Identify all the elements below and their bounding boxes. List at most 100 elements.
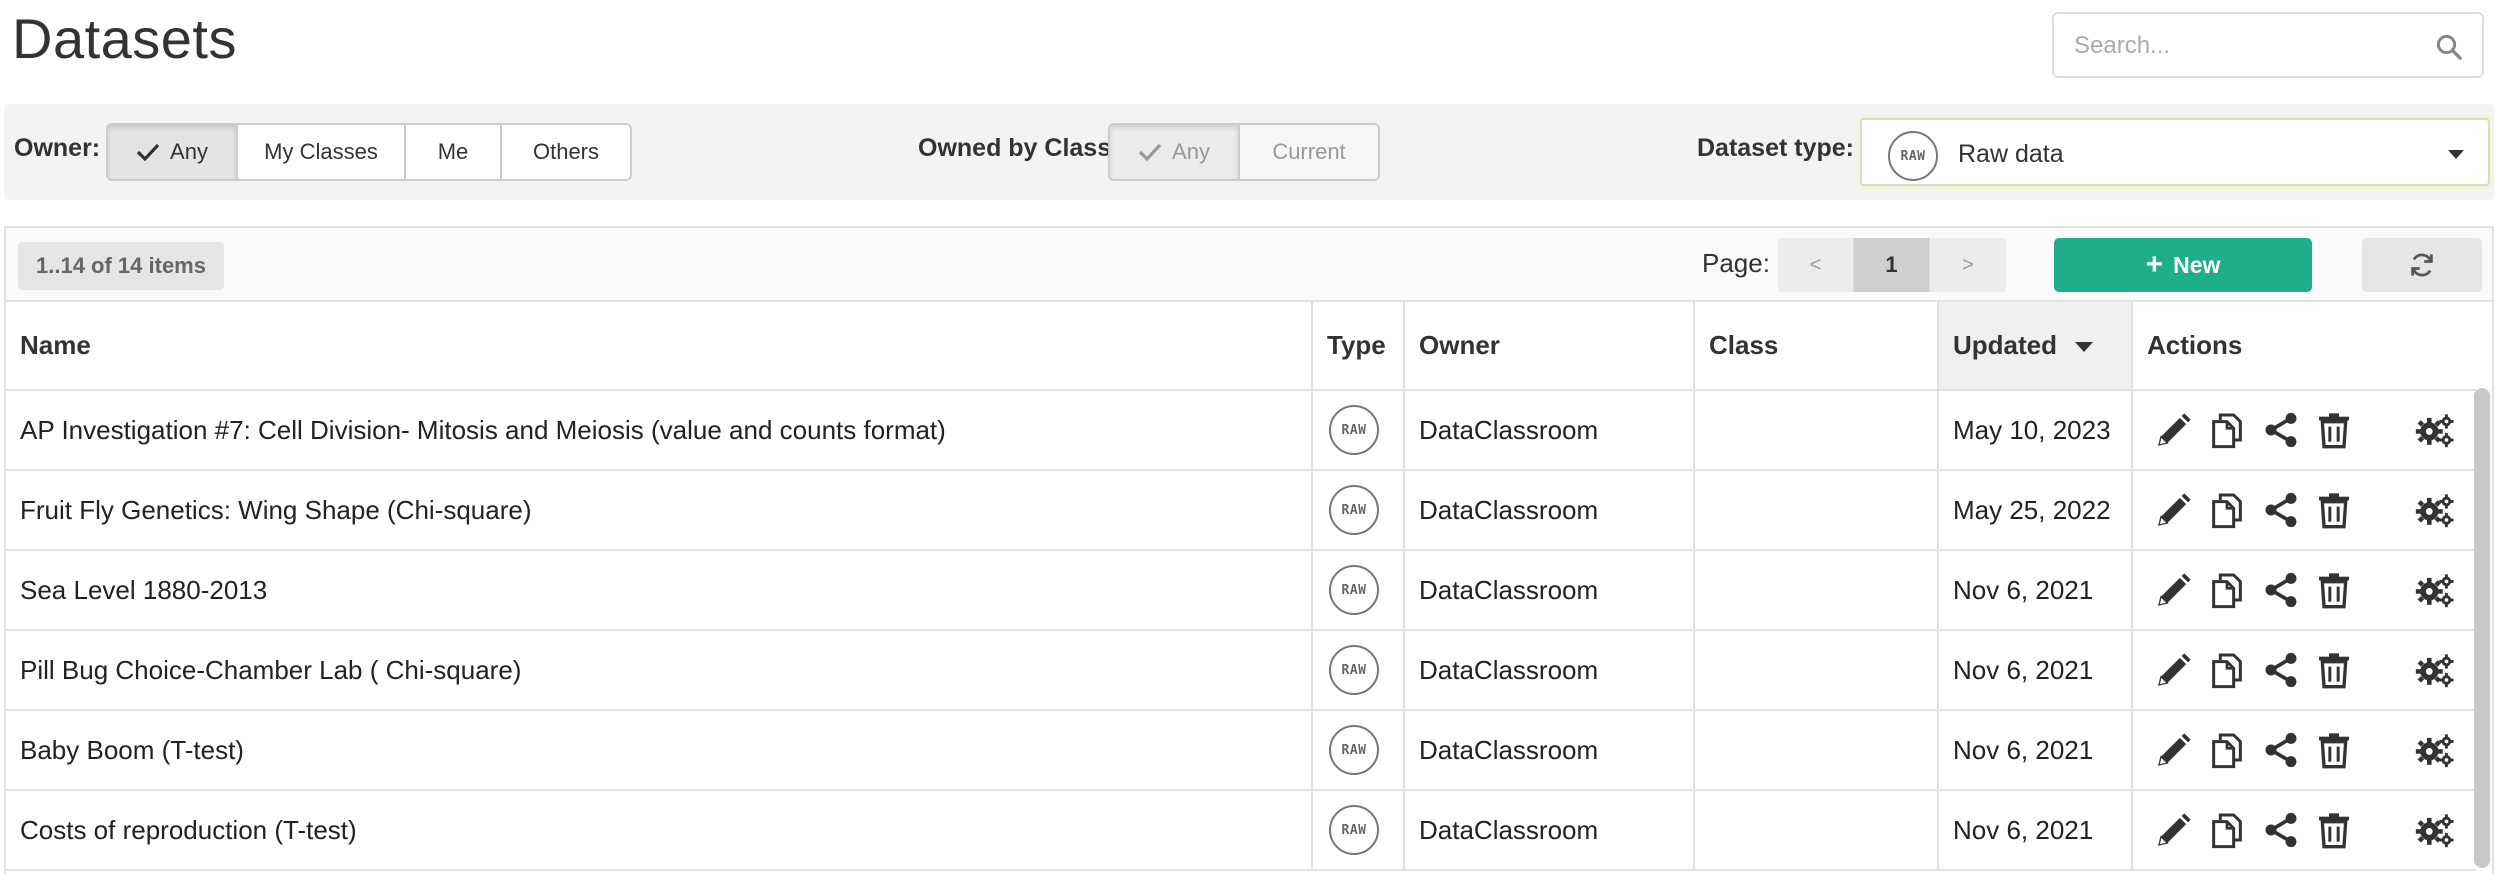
dataset-name[interactable]: AP Investigation #7: Cell Division- Mito…	[6, 390, 1313, 471]
trash-icon[interactable]	[2307, 806, 2360, 854]
owner-my-classes-button[interactable]: My Classes	[238, 125, 406, 179]
chevron-down-icon	[2448, 150, 2464, 159]
share-icon[interactable]	[2254, 486, 2307, 534]
dataset-type-cell: RAW	[1312, 630, 1405, 711]
trash-icon[interactable]	[2307, 726, 2360, 774]
table-row[interactable]: Baby Boom (T-test) RAW DataClassroom Nov…	[6, 710, 2476, 791]
pencil-icon[interactable]	[2147, 406, 2200, 454]
check-icon	[136, 143, 160, 162]
class-any-label: Any	[1172, 139, 1210, 164]
gears-icon[interactable]	[2409, 726, 2462, 774]
raw-data-icon: RAW	[1329, 805, 1379, 855]
dataset-class	[1694, 630, 1939, 711]
copy-icon[interactable]	[2200, 566, 2253, 614]
row-actions	[2147, 646, 2462, 694]
row-actions	[2147, 806, 2462, 854]
column-header-updated-label: Updated	[1953, 330, 2057, 360]
share-icon[interactable]	[2254, 406, 2307, 454]
raw-data-icon: RAW	[1329, 485, 1379, 535]
dataset-actions	[2132, 630, 2476, 711]
copy-icon[interactable]	[2200, 726, 2253, 774]
search-input[interactable]	[2074, 26, 2414, 66]
table-row[interactable]: Fruit Fly Genetics: Wing Shape (Chi-squa…	[6, 470, 2476, 551]
gears-icon[interactable]	[2409, 486, 2462, 534]
owner-others-button[interactable]: Others	[502, 125, 630, 179]
gears-icon[interactable]	[2409, 406, 2462, 454]
pencil-icon[interactable]	[2147, 646, 2200, 694]
share-icon[interactable]	[2254, 646, 2307, 694]
datasets-panel: 1..14 of 14 items Page: < 1 > + New Name	[4, 226, 2494, 874]
check-icon	[1138, 143, 1162, 162]
trash-icon[interactable]	[2307, 646, 2360, 694]
row-actions	[2147, 406, 2462, 454]
class-current-label: Current	[1272, 139, 1346, 164]
plus-icon: +	[2145, 248, 2164, 281]
owner-filter-group: Any My Classes Me Others	[106, 123, 632, 181]
class-filter-group: Any Current	[1108, 123, 1380, 181]
dataset-owner: DataClassroom	[1404, 790, 1695, 871]
dataset-name[interactable]: Fruit Fly Genetics: Wing Shape (Chi-squa…	[6, 470, 1313, 551]
current-page-button[interactable]: 1	[1854, 238, 1930, 292]
dataset-updated: May 25, 2022	[1938, 470, 2133, 551]
pencil-icon[interactable]	[2147, 566, 2200, 614]
copy-icon[interactable]	[2200, 646, 2253, 694]
gears-icon[interactable]	[2409, 646, 2462, 694]
table-row[interactable]: Pill Bug Choice-Chamber Lab ( Chi-square…	[6, 630, 2476, 711]
row-actions	[2147, 726, 2462, 774]
pencil-icon[interactable]	[2147, 806, 2200, 854]
row-actions	[2147, 486, 2462, 534]
class-any-button[interactable]: Any	[1110, 125, 1240, 179]
table-toolbar: 1..14 of 14 items Page: < 1 > + New	[6, 228, 2492, 302]
refresh-button[interactable]	[2362, 238, 2482, 292]
class-current-button[interactable]: Current	[1240, 125, 1378, 179]
dataset-type-select[interactable]: RAW Raw data	[1860, 118, 2490, 186]
dataset-name[interactable]: Sea Level 1880-2013	[6, 550, 1313, 631]
dataset-actions	[2132, 390, 2476, 471]
dataset-name[interactable]: Baby Boom (T-test)	[6, 710, 1313, 791]
dataset-type-cell: RAW	[1312, 390, 1405, 471]
gears-icon[interactable]	[2409, 566, 2462, 614]
vertical-scrollbar[interactable]	[2474, 388, 2490, 868]
search-icon[interactable]	[2434, 32, 2464, 62]
share-icon[interactable]	[2254, 726, 2307, 774]
column-header-class[interactable]: Class	[1694, 302, 1939, 391]
next-page-button[interactable]: >	[1930, 238, 2006, 292]
column-header-type[interactable]: Type	[1312, 302, 1405, 391]
dataset-updated: Nov 6, 2021	[1938, 790, 2133, 871]
column-header-updated[interactable]: Updated	[1938, 302, 2133, 391]
column-header-owner[interactable]: Owner	[1404, 302, 1695, 391]
datasets-table: Name Type Owner Class Updated Actions AP…	[6, 302, 2476, 871]
dataset-owner: DataClassroom	[1404, 550, 1695, 631]
new-button-label: New	[2173, 251, 2221, 278]
row-actions	[2147, 566, 2462, 614]
new-dataset-button[interactable]: + New	[2054, 238, 2312, 292]
dataset-updated: Nov 6, 2021	[1938, 710, 2133, 791]
share-icon[interactable]	[2254, 806, 2307, 854]
gears-icon[interactable]	[2409, 806, 2462, 854]
trash-icon[interactable]	[2307, 486, 2360, 534]
prev-page-button[interactable]: <	[1778, 238, 1854, 292]
copy-icon[interactable]	[2200, 406, 2253, 454]
owner-any-button[interactable]: Any	[108, 125, 238, 179]
owner-me-button[interactable]: Me	[406, 125, 502, 179]
dataset-name[interactable]: Costs of reproduction (T-test)	[6, 790, 1313, 871]
table-row[interactable]: Sea Level 1880-2013 RAW DataClassroom No…	[6, 550, 2476, 631]
dataset-owner: DataClassroom	[1404, 710, 1695, 791]
dataset-class	[1694, 710, 1939, 791]
trash-icon[interactable]	[2307, 406, 2360, 454]
copy-icon[interactable]	[2200, 806, 2253, 854]
dataset-updated: Nov 6, 2021	[1938, 630, 2133, 711]
sort-desc-icon	[2075, 342, 2093, 353]
copy-icon[interactable]	[2200, 486, 2253, 534]
table-row[interactable]: Costs of reproduction (T-test) RAW DataC…	[6, 790, 2476, 871]
table-header-row: Name Type Owner Class Updated Actions	[6, 302, 2476, 391]
share-icon[interactable]	[2254, 566, 2307, 614]
dataset-name[interactable]: Pill Bug Choice-Chamber Lab ( Chi-square…	[6, 630, 1313, 711]
trash-icon[interactable]	[2307, 566, 2360, 614]
dataset-actions	[2132, 470, 2476, 551]
table-row[interactable]: AP Investigation #7: Cell Division- Mito…	[6, 390, 2476, 471]
page-title: Datasets	[12, 7, 237, 70]
pencil-icon[interactable]	[2147, 726, 2200, 774]
column-header-name[interactable]: Name	[6, 302, 1313, 391]
pencil-icon[interactable]	[2147, 486, 2200, 534]
